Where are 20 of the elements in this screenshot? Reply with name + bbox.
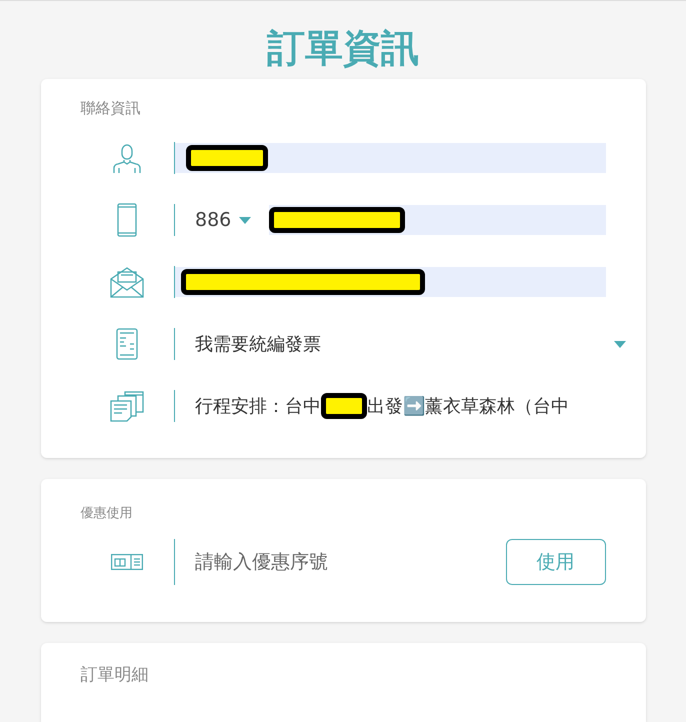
ticket-icon <box>111 554 143 570</box>
caret-icon <box>239 216 252 224</box>
name-field[interactable] <box>175 143 606 173</box>
redaction-mark <box>321 393 367 419</box>
itinerary-field[interactable]: 行程安排：台中 出發➡薰衣草森林（台中 <box>175 390 606 422</box>
person-icon <box>113 142 141 174</box>
coupon-code-field[interactable]: 請輸入優惠序號 <box>195 548 485 576</box>
caret-icon <box>614 340 626 348</box>
phone-field[interactable] <box>269 205 606 235</box>
section-heading: 聯絡資訊 <box>80 98 140 119</box>
email-field[interactable] <box>175 267 606 297</box>
section-heading: 訂單明細 <box>80 664 148 688</box>
envelope-icon <box>110 266 144 298</box>
documents-icon <box>110 390 144 422</box>
country-code-dropdown[interactable]: 886 <box>195 206 252 234</box>
phone-icon <box>117 203 137 237</box>
page-title: 訂單資訊 <box>267 25 419 72</box>
invoice-dropdown[interactable]: 我需要統編發票 <box>175 328 626 360</box>
section-heading: 優惠使用 <box>80 505 132 523</box>
receipt-icon <box>116 328 138 360</box>
